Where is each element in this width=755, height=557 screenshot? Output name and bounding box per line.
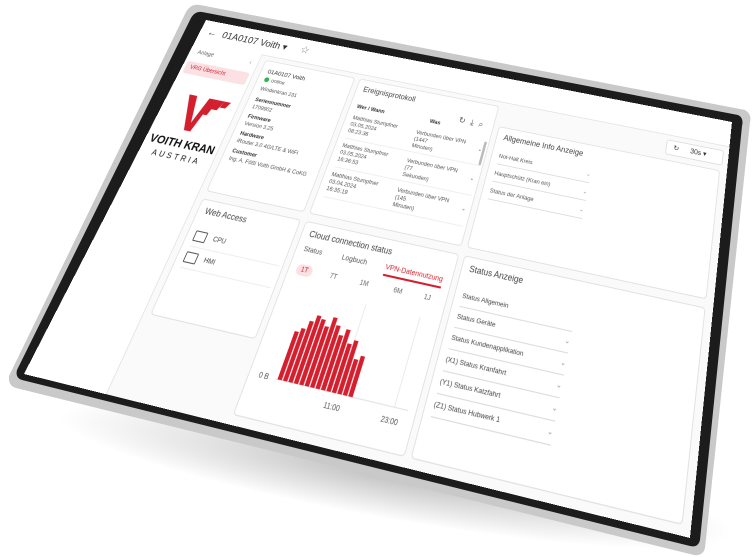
chevron-down-icon: ⌄: [551, 404, 559, 414]
range-1t[interactable]: 1T: [294, 263, 315, 278]
field-label: Not-Halt Kreis: [498, 153, 534, 167]
chevron-down-icon[interactable]: ⌄: [477, 145, 483, 153]
y-tick-label: 0 B: [257, 371, 270, 382]
chevron-down-icon: ⌄: [578, 206, 585, 214]
cast-icon: [182, 250, 200, 265]
chevron-down-icon: ⌄: [559, 358, 567, 368]
event-duration: Minuten): [410, 142, 434, 153]
device-subtitle: Windenkran 231: [258, 86, 298, 99]
web-access-title: Web Access: [203, 206, 249, 225]
range-7t[interactable]: 7T: [328, 273, 338, 282]
sidebar-item-label: Anlage: [196, 49, 215, 59]
range-1j[interactable]: 1J: [423, 294, 432, 303]
event-log-toolbar: ↻⤓⌕: [457, 116, 489, 131]
status-item-label: Status Geräte: [455, 313, 497, 330]
chevron-down-icon: ⌄: [563, 337, 571, 346]
tab-status[interactable]: Status: [302, 244, 323, 257]
chevron-down-icon: ⌄: [585, 170, 592, 178]
column-header-what[interactable]: Was: [429, 118, 441, 126]
x-tick-label: 11:00: [322, 402, 341, 415]
gridline: [394, 317, 420, 408]
star-icon[interactable]: ☆: [298, 43, 311, 56]
event-duration: Sekunden): [401, 171, 430, 183]
range-1m[interactable]: 1M: [358, 279, 369, 288]
web-access-label: HMI: [202, 257, 217, 267]
search-icon[interactable]: ⌕: [477, 120, 489, 131]
chevron-down-icon: ⌄: [582, 188, 588, 196]
event-log-title: Ereignisprotokoll: [362, 85, 417, 104]
chevron-down-icon: ⌄: [546, 427, 554, 438]
status-item-label: Status Allgemein: [461, 292, 510, 310]
web-access-label: CPU: [211, 236, 227, 246]
chevron-down-icon: ⌄: [555, 381, 563, 391]
event-duration: Minuten): [391, 201, 416, 213]
customer-value: Ing. A. Fößl Voith GmbH & CoKG: [227, 155, 308, 178]
refresh-interval-select[interactable]: 30s ▾: [690, 147, 707, 158]
range-6m[interactable]: 6M: [392, 287, 403, 296]
online-status-text: online: [269, 78, 286, 87]
tab-logbuch[interactable]: Logbuch: [341, 252, 369, 266]
online-status-dot: [263, 77, 270, 83]
scene: ← 01A0107 Voith ▾ ☆ Anlage ‹ VRG Übersic…: [0, 0, 755, 557]
back-arrow-icon[interactable]: ←: [205, 26, 220, 38]
vpn-usage-chart: 0 B 11:00 23:00: [257, 283, 436, 429]
chevron-down-icon[interactable]: ⌄: [460, 204, 467, 212]
status-list: Status Allgemein Status Geräte ⌄ Status K…: [430, 287, 576, 446]
tab-vpn-datennutzung[interactable]: VPN-Datennutzung: [382, 261, 445, 289]
event-description: Verbunden über VPN (1447: [412, 129, 467, 146]
chevron-left-icon[interactable]: ‹: [246, 57, 253, 69]
field-label: Status der Anlage: [489, 187, 535, 204]
monitor-icon: [192, 229, 209, 243]
refresh-icon[interactable]: ↻: [673, 144, 680, 153]
status-display-title: Status Anzeige: [468, 263, 525, 286]
chevron-down-icon[interactable]: ⌄: [469, 174, 475, 182]
x-tick-label: 23:00: [379, 415, 398, 428]
column-header-who[interactable]: Wer / Wann: [356, 104, 386, 115]
